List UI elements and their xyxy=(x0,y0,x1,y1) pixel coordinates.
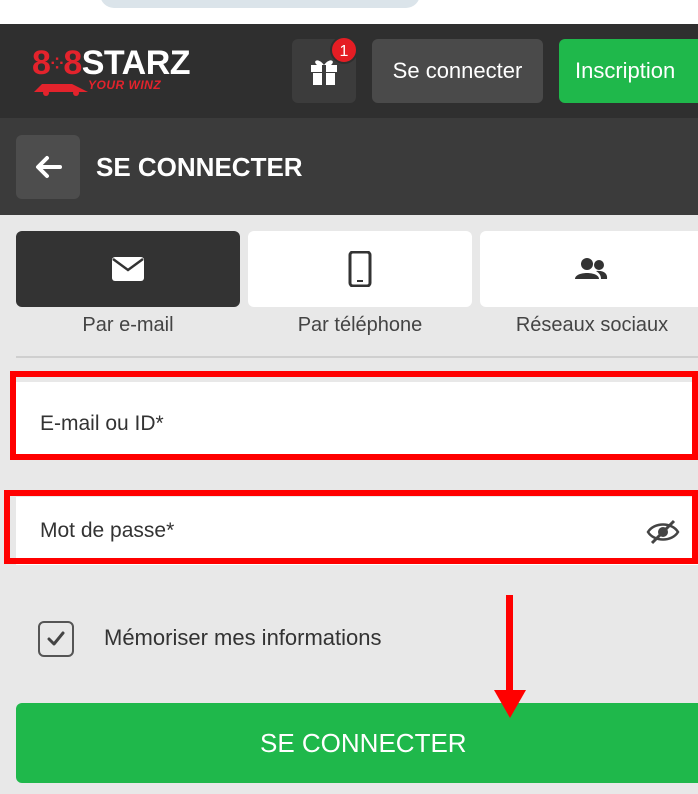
back-button[interactable] xyxy=(16,135,80,199)
address-bar[interactable] xyxy=(100,0,420,8)
tab-social[interactable] xyxy=(480,231,698,307)
browser-top-strip xyxy=(0,0,698,24)
check-icon xyxy=(47,631,65,646)
logo-tagline: YOUR WINZ xyxy=(88,78,162,92)
register-button[interactable]: Inscription xyxy=(559,39,698,103)
remember-label: Mémoriser mes informations xyxy=(104,625,382,650)
page-title-bar: SE CONNECTER xyxy=(0,118,698,215)
users-icon xyxy=(575,258,608,279)
submit-login-button[interactable]: SE CONNECTER xyxy=(16,703,698,783)
tab-email[interactable] xyxy=(16,231,240,307)
tab-phone-label: Par téléphone xyxy=(297,314,423,336)
password-highlight-box xyxy=(4,490,698,564)
annotation-arrow-head-icon xyxy=(494,690,526,718)
tabs-divider xyxy=(16,356,698,358)
tab-email-label: Par e-mail xyxy=(82,314,174,336)
phone-icon xyxy=(348,251,372,287)
tab-phone[interactable] xyxy=(248,231,472,307)
brand-logo[interactable]: 8⁘8STARZ YOUR WINZ xyxy=(32,44,192,100)
car-icon xyxy=(34,84,88,96)
annotation-arrow xyxy=(506,595,513,695)
arrow-left-icon xyxy=(36,156,62,178)
notification-badge: 1 xyxy=(330,36,358,64)
tab-social-label: Réseaux sociaux xyxy=(515,314,669,336)
page-title: SE CONNECTER xyxy=(96,152,303,182)
header-login-button[interactable]: Se connecter xyxy=(372,39,543,103)
email-highlight-box xyxy=(10,371,698,460)
envelope-icon xyxy=(112,257,144,281)
remember-checkbox[interactable] xyxy=(38,621,74,657)
site-header: 8⁘8STARZ YOUR WINZ 1 Se connecter Inscri… xyxy=(0,24,698,118)
